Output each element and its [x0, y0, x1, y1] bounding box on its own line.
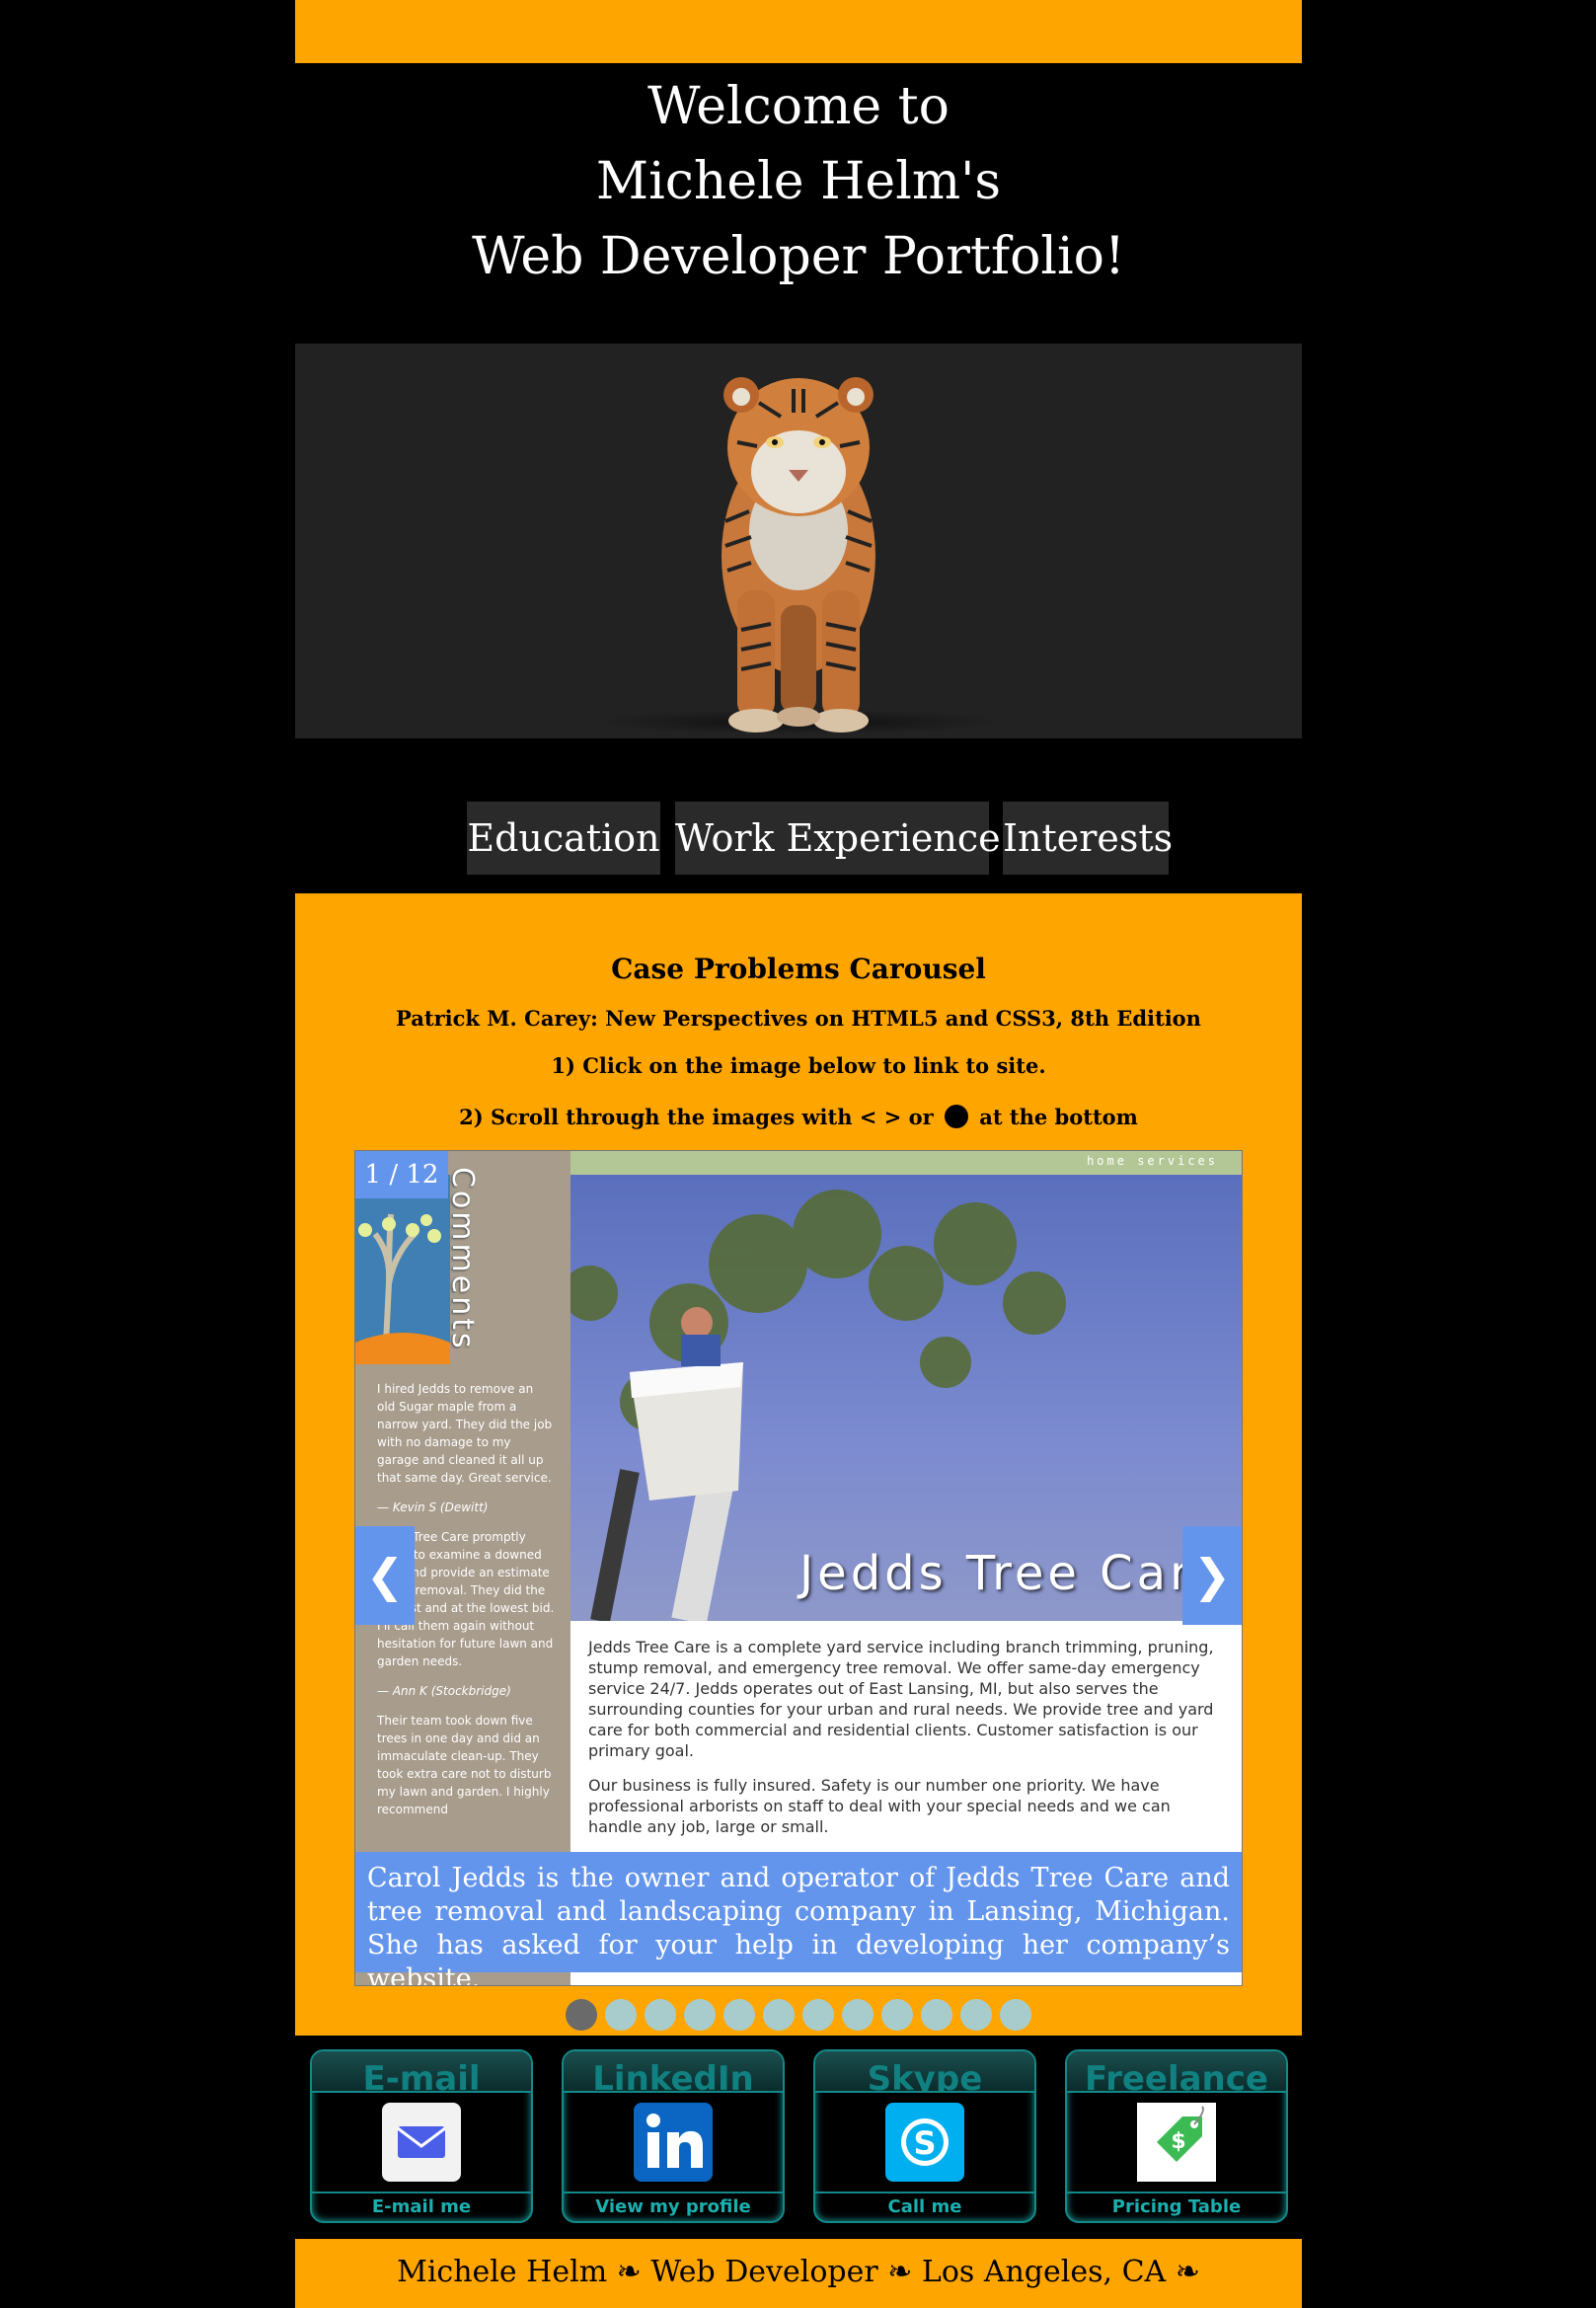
- slide-desc-paragraph-1: Jedds Tree Care is a complete yard servi…: [588, 1638, 1214, 1760]
- freelance-card-title: Freelance: [1067, 2051, 1286, 2093]
- tree-logo-graphic: [355, 1175, 450, 1365]
- skype-card-title: Skype: [815, 2051, 1034, 2093]
- linkedin-card[interactable]: LinkedIn View my profile: [562, 2049, 785, 2223]
- welcome-line-2: Michele Helm's: [595, 152, 1002, 211]
- price-tag-icon[interactable]: $: [1137, 2103, 1216, 2182]
- next-slide-button[interactable]: ❯: [1182, 1526, 1242, 1625]
- linkedin-card-title: LinkedIn: [564, 2051, 783, 2093]
- tree-logo-icon: [355, 1175, 450, 1365]
- slide-brand-name: Jedds Tree Care: [799, 1546, 1226, 1601]
- instruction-2-text-after: at the bottom: [979, 1105, 1138, 1129]
- tiger-illustration: [722, 377, 875, 732]
- top-bar: [295, 0, 1302, 63]
- carousel-dot-12[interactable]: [1000, 1999, 1031, 2031]
- carousel-dot-3[interactable]: [645, 1999, 676, 2031]
- welcome-line-1: Welcome to: [647, 77, 950, 136]
- carousel-dots: [295, 1999, 1302, 2031]
- carousel-dot-6[interactable]: [763, 1999, 795, 2031]
- nav-interests[interactable]: Interests: [1003, 802, 1173, 875]
- pricing-table-link[interactable]: Pricing Table: [1067, 2192, 1286, 2221]
- slide-site-nav: home services: [570, 1151, 1242, 1175]
- contact-cards: E-mail E-mail me LinkedIn View my profil…: [295, 2049, 1302, 2223]
- slide-caption: Carol Jedds is the owner and operator of…: [355, 1852, 1242, 1985]
- slide-site-nav-text: home services: [1087, 1154, 1218, 1168]
- carousel-dot-5[interactable]: [723, 1999, 755, 2031]
- skype-icon[interactable]: S: [885, 2103, 964, 2182]
- skype-card[interactable]: Skype S Call me: [813, 2049, 1036, 2223]
- carousel-slide-link[interactable]: Comments I hired Jedds to remove an old …: [354, 1150, 1243, 1986]
- footer: Michele Helm ❧ Web Developer ❧ Los Angel…: [295, 2239, 1302, 2308]
- comment-3: Their team took down five trees in one d…: [377, 1714, 552, 1816]
- carousel-dot-10[interactable]: [921, 1999, 952, 2031]
- svg-text:$: $: [1171, 2129, 1185, 2154]
- carousel-dot-1[interactable]: [566, 1999, 597, 2031]
- nav-education[interactable]: Education: [467, 802, 660, 875]
- hero-tiger-image: [295, 344, 1302, 738]
- carousel-subtitle: Patrick M. Carey: New Perspectives on HT…: [396, 1006, 1201, 1031]
- email-card[interactable]: E-mail E-mail me: [310, 2049, 533, 2223]
- view-profile-link[interactable]: View my profile: [564, 2192, 783, 2221]
- email-me-link[interactable]: E-mail me: [312, 2192, 531, 2221]
- svg-text:S: S: [913, 2124, 936, 2162]
- slide-counter: 1 / 12: [355, 1151, 448, 1198]
- carousel-instruction-1: 1) Click on the image below to link to s…: [551, 1053, 1046, 1078]
- slide-comments-title: Comments: [445, 1167, 480, 1351]
- welcome-heading: Welcome to Michele Helm's Web Developer …: [295, 69, 1302, 294]
- carousel-title: Case Problems Carousel: [611, 953, 986, 985]
- email-card-title: E-mail: [312, 2051, 531, 2093]
- instruction-2-text-before: 2) Scroll through the images with < > or: [459, 1105, 934, 1129]
- dot-symbol-icon: [944, 1105, 968, 1128]
- call-me-link[interactable]: Call me: [815, 2192, 1034, 2221]
- carousel-dot-2[interactable]: [605, 1999, 637, 2031]
- freelance-card[interactable]: Freelance $ Pricing Table: [1065, 2049, 1288, 2223]
- slide-desc-paragraph-2: Our business is fully insured. Safety is…: [588, 1776, 1171, 1836]
- envelope-icon[interactable]: [382, 2103, 461, 2182]
- comment-2-author: — Ann K (Stockbridge): [377, 1684, 511, 1698]
- carousel-dot-8[interactable]: [842, 1999, 874, 2031]
- carousel-dot-4[interactable]: [684, 1999, 716, 2031]
- slide-description: Jedds Tree Care is a complete yard servi…: [588, 1637, 1220, 1851]
- comment-1-author: — Kevin S (Dewitt): [377, 1500, 489, 1514]
- linkedin-icon[interactable]: [634, 2103, 713, 2182]
- comment-1: I hired Jedds to remove an old Sugar map…: [377, 1382, 553, 1485]
- welcome-line-3: Web Developer Portfolio!: [472, 227, 1125, 286]
- carousel-dot-9[interactable]: [881, 1999, 913, 2031]
- carousel-section: Case Problems Carousel Patrick M. Carey:…: [295, 893, 1302, 2036]
- page: Welcome to Michele Helm's Web Developer …: [295, 0, 1302, 2308]
- slide-tree-photo: Jedds Tree Care: [570, 1175, 1242, 1621]
- carousel-dot-11[interactable]: [960, 1999, 992, 2031]
- carousel-dot-7[interactable]: [802, 1999, 834, 2031]
- carousel-instruction-2: 2) Scroll through the images with < > or…: [295, 1105, 1302, 1129]
- prev-slide-button[interactable]: ❮: [355, 1526, 415, 1625]
- main-nav: Education Work Experience Interests: [295, 802, 1302, 875]
- nav-work-experience[interactable]: Work Experience: [675, 802, 1001, 875]
